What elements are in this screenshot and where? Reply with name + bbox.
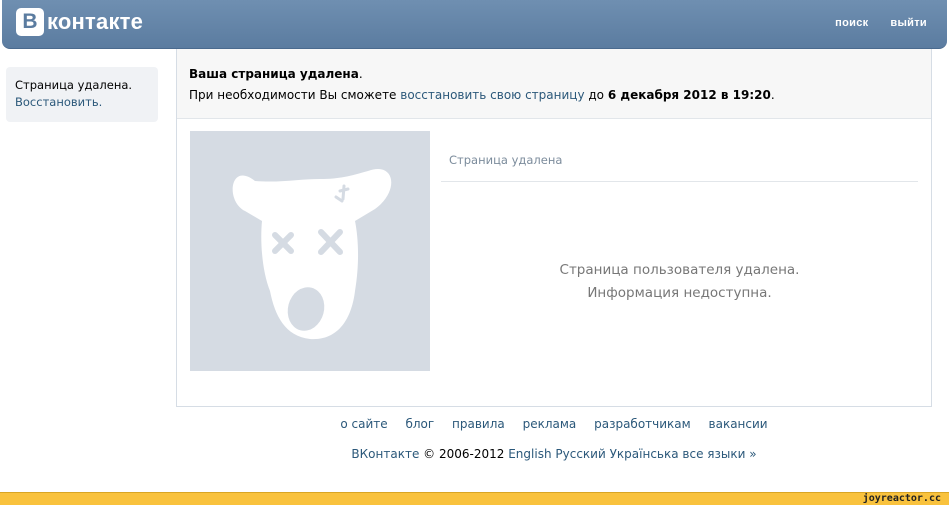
lang-all[interactable]: все языки » bbox=[682, 447, 756, 461]
footer-link-developers[interactable]: разработчикам bbox=[594, 417, 691, 431]
lang-ukrainian[interactable]: Українська bbox=[610, 447, 679, 461]
sidebar-status-text: Страница удалена. bbox=[15, 78, 133, 92]
main-panel: Ваша страница удалена. При необходимости… bbox=[176, 49, 932, 407]
copyright-text: © 2006-2012 bbox=[423, 447, 505, 461]
logo-text: контакте bbox=[47, 9, 144, 34]
footer-link-rules[interactable]: правила bbox=[452, 417, 505, 431]
sidebar-status-box: Страница удалена. Восстановить. bbox=[6, 67, 158, 122]
logo-letter: B bbox=[16, 8, 44, 36]
notice-title-dot: . bbox=[358, 67, 363, 81]
footer-copyright: ВКонтакте © 2006-2012 English Русский Ук… bbox=[176, 447, 932, 461]
footer-brand-link[interactable]: ВКонтакте bbox=[351, 447, 419, 461]
notice-mid: до bbox=[584, 88, 608, 102]
profile-deleted-label: Страница удалена bbox=[449, 153, 563, 167]
header-bar: B контакте поиск выйти bbox=[2, 0, 947, 49]
deletion-notice: Ваша страница удалена. При необходимости… bbox=[177, 49, 931, 119]
vk-logo[interactable]: B контакте bbox=[16, 8, 143, 36]
footer-link-jobs[interactable]: вакансии bbox=[709, 417, 768, 431]
divider bbox=[441, 181, 918, 182]
watermark-text: joyreactor.cc bbox=[862, 493, 941, 504]
notice-title: Ваша страница удалена bbox=[189, 67, 359, 81]
notice-deadline: 6 декабря 2012 в 19:20 bbox=[607, 88, 771, 102]
lang-russian[interactable]: Русский bbox=[555, 447, 605, 461]
deleted-avatar bbox=[190, 131, 430, 371]
info-line-1: Страница пользователя удалена. bbox=[559, 262, 800, 278]
watermark-bar: joyreactor.cc bbox=[0, 492, 949, 505]
profile-info: Страница пользователя удалена. Информаци… bbox=[441, 259, 918, 305]
top-nav: поиск выйти bbox=[835, 17, 927, 29]
footer-link-ads[interactable]: реклама bbox=[523, 417, 577, 431]
notice-end: . bbox=[770, 88, 775, 102]
notice-prefix: При необходимости Вы сможете bbox=[189, 88, 401, 102]
info-line-2: Информация недоступна. bbox=[587, 285, 772, 301]
search-link[interactable]: поиск bbox=[835, 17, 868, 29]
lang-english[interactable]: English bbox=[508, 447, 551, 461]
notice-line: При необходимости Вы сможете восстановит… bbox=[189, 85, 931, 106]
footer-links: о сайте блог правила реклама разработчик… bbox=[176, 417, 932, 431]
footer-link-blog[interactable]: блог bbox=[405, 417, 434, 431]
sidebar-restore-link[interactable]: Восстановить. bbox=[15, 94, 149, 111]
footer-link-about[interactable]: о сайте bbox=[340, 417, 387, 431]
logout-link[interactable]: выйти bbox=[890, 17, 927, 29]
restore-page-link[interactable]: восстановить свою страницу bbox=[400, 88, 584, 102]
deleted-dog-icon bbox=[232, 169, 392, 340]
